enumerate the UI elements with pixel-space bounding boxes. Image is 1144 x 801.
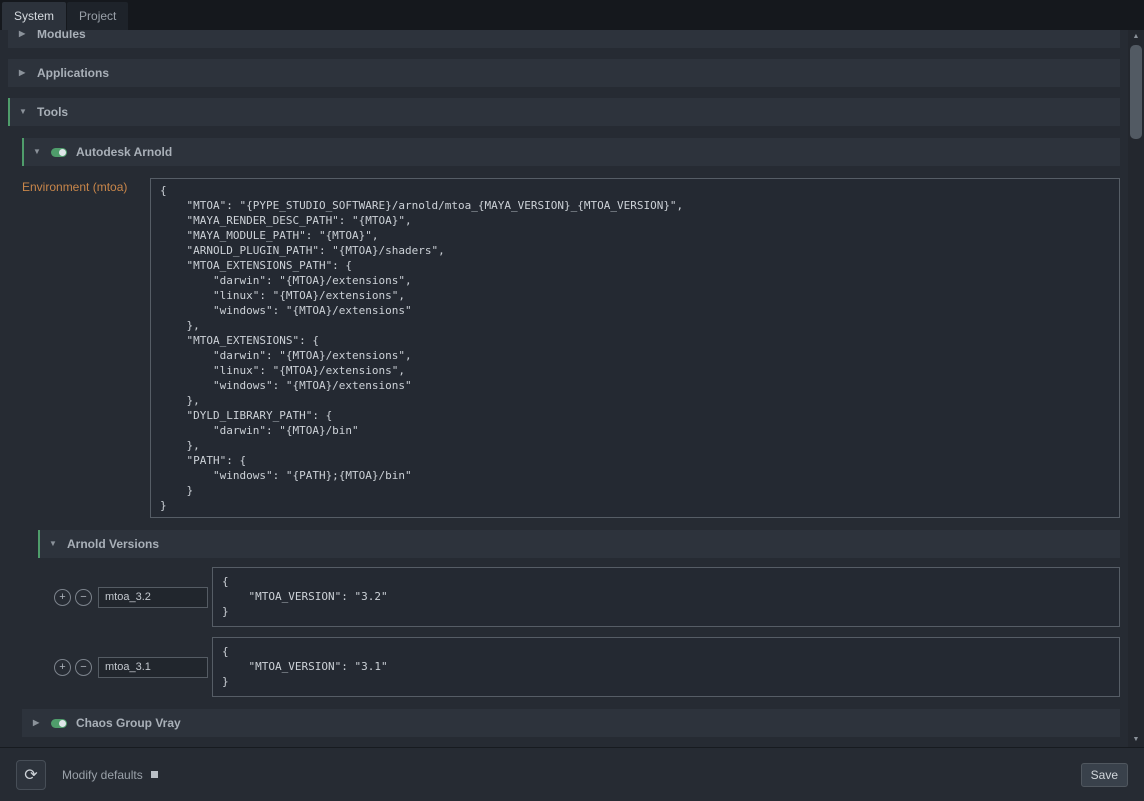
section-modules-label: Modules — [37, 30, 86, 41]
section-applications-label: Applications — [37, 66, 109, 80]
version-row: + − { "MTOA_VERSION": "3.1" } — [38, 637, 1120, 697]
section-tools-body: ▼ Autodesk Arnold Environment (mtoa) { "… — [22, 138, 1120, 737]
toggle-knob — [59, 149, 66, 156]
chevron-right-icon: ▶ — [19, 30, 28, 38]
environment-field-row: Environment (mtoa) { "MTOA": "{PYPE_STUD… — [22, 178, 1120, 518]
add-version-button[interactable]: + — [54, 659, 71, 676]
environment-label: Environment (mtoa) — [22, 178, 150, 194]
tab-system[interactable]: System — [2, 2, 66, 30]
version-json-editor[interactable]: { "MTOA_VERSION": "3.1" } — [212, 637, 1120, 697]
group-autodesk-arnold-body: Environment (mtoa) { "MTOA": "{PYPE_STUD… — [22, 178, 1120, 697]
settings-scroll-area: ▶ Modules ▶ Applications ▼ Tools ▼ Autod… — [0, 30, 1128, 747]
section-tools-header[interactable]: ▼ Tools — [8, 98, 1120, 126]
version-row: + − { "MTOA_VERSION": "3.2" } — [38, 567, 1120, 627]
section-modules-header[interactable]: ▶ Modules — [8, 30, 1120, 48]
tab-project[interactable]: Project — [67, 2, 128, 30]
version-json-editor[interactable]: { "MTOA_VERSION": "3.2" } — [212, 567, 1120, 627]
group-autodesk-arnold-label: Autodesk Arnold — [76, 145, 172, 159]
version-key-input[interactable] — [98, 657, 208, 678]
group-chaos-vray-header[interactable]: ▶ Chaos Group Vray — [22, 709, 1120, 737]
vertical-scrollbar[interactable]: ▲ ▼ — [1128, 30, 1144, 747]
section-tools-label: Tools — [37, 105, 68, 119]
refresh-icon: ⟳ — [24, 765, 37, 785]
remove-version-button[interactable]: − — [75, 659, 92, 676]
tab-bar: System Project — [0, 0, 1144, 30]
arnold-versions-group: ▼ Arnold Versions + − { "MTOA_VERSION": … — [38, 530, 1120, 697]
scrollbar-thumb[interactable] — [1130, 45, 1142, 139]
scroll-down-button[interactable]: ▼ — [1128, 733, 1144, 747]
add-version-button[interactable]: + — [54, 589, 71, 606]
vray-enabled-toggle[interactable] — [51, 719, 67, 728]
refresh-button[interactable]: ⟳ — [16, 760, 46, 790]
toggle-knob — [59, 720, 66, 727]
arnold-versions-header[interactable]: ▼ Arnold Versions — [38, 530, 1120, 558]
version-key-input[interactable] — [98, 587, 208, 608]
chevron-down-icon: ▼ — [19, 108, 28, 116]
scroll-up-button[interactable]: ▲ — [1128, 30, 1144, 44]
remove-version-button[interactable]: − — [75, 589, 92, 606]
chevron-down-icon: ▼ — [33, 148, 42, 156]
save-button[interactable]: Save — [1081, 763, 1128, 787]
chevron-right-icon: ▶ — [19, 69, 28, 77]
group-autodesk-arnold-header[interactable]: ▼ Autodesk Arnold — [22, 138, 1120, 166]
arnold-enabled-toggle[interactable] — [51, 148, 67, 157]
chevron-down-icon: ▼ — [49, 540, 58, 548]
modify-defaults-indicator[interactable] — [151, 771, 158, 778]
modify-defaults-label: Modify defaults — [62, 768, 143, 782]
footer-bar: ⟳ Modify defaults Save — [0, 747, 1144, 801]
chevron-right-icon: ▶ — [33, 719, 42, 727]
section-applications-header[interactable]: ▶ Applications — [8, 59, 1120, 87]
group-chaos-vray-label: Chaos Group Vray — [76, 716, 181, 730]
environment-json-editor[interactable]: { "MTOA": "{PYPE_STUDIO_SOFTWARE}/arnold… — [150, 178, 1120, 518]
arnold-versions-label: Arnold Versions — [67, 537, 159, 551]
